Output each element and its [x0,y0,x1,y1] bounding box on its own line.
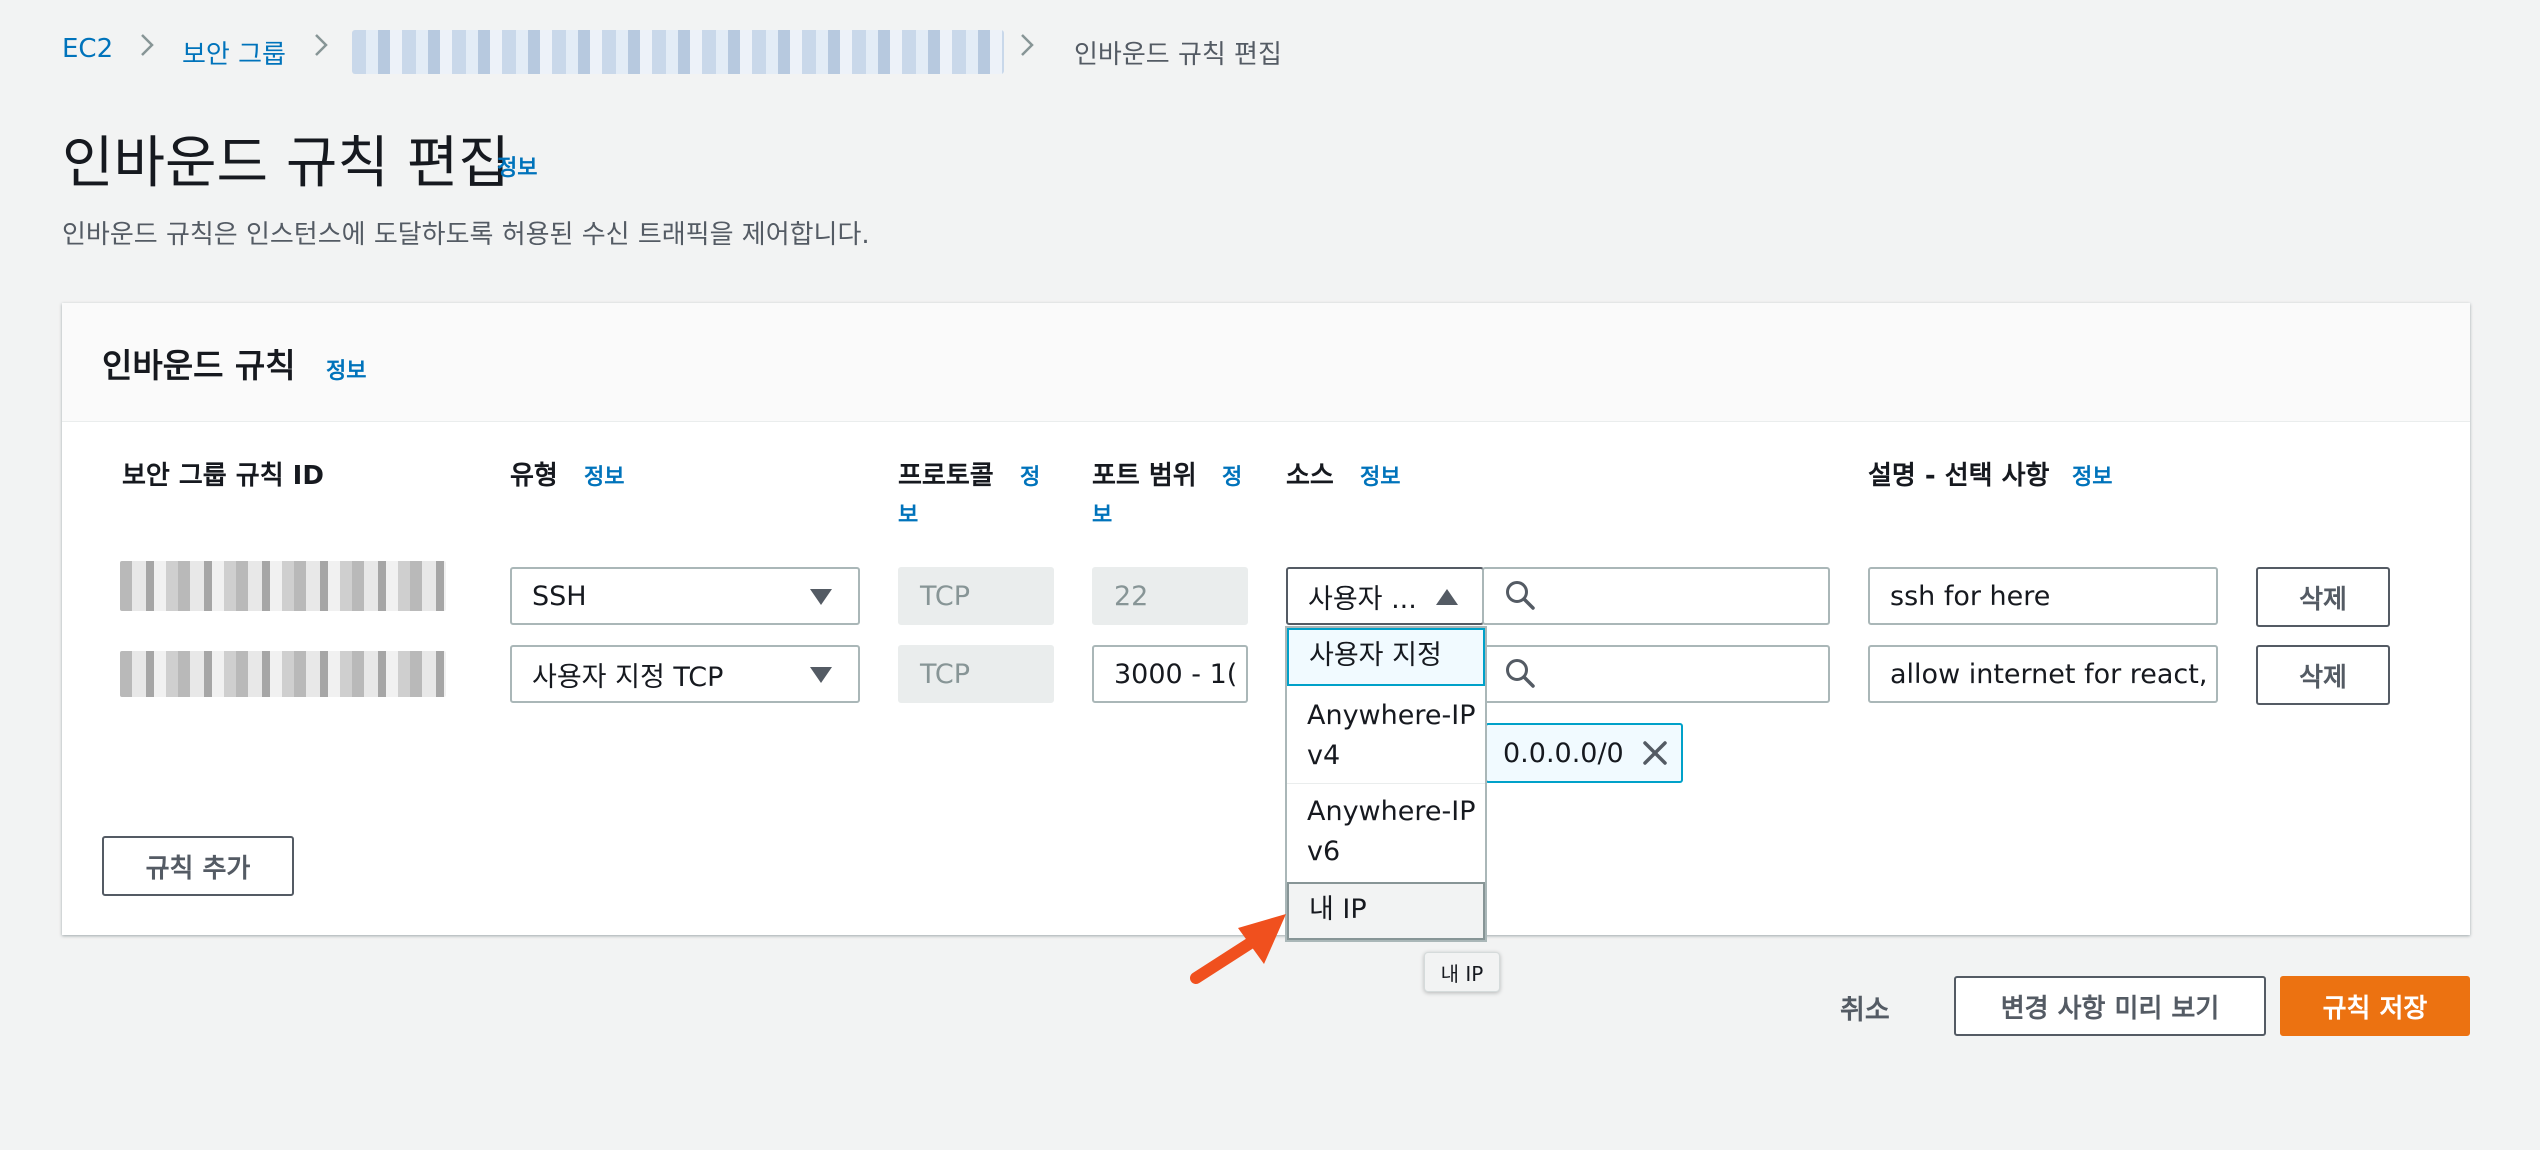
page-title: 인바운드 규칙 편집 [62,131,510,196]
description-input[interactable]: allow internet for react, [1868,645,2218,703]
arrow-annotation [1190,914,1286,984]
search-icon [1506,581,1535,610]
port-range-value: 22 [1114,580,1149,612]
protocol-value: TCP [920,658,971,690]
type-info-link[interactable]: 정보 [584,459,624,491]
column-port-range: 포트 범위 [1092,461,1197,491]
breadcrumb-ec2[interactable]: EC2 [62,34,113,64]
source-option-label: 내 IP [1309,894,1367,925]
delete-rule-button[interactable]: 삭제 [2256,645,2390,705]
type-select[interactable]: 사용자 지정 TCP [510,645,860,703]
close-icon[interactable] [1640,738,1670,768]
cancel-button[interactable]: 취소 [1840,988,1890,1027]
preview-changes-button[interactable]: 변경 사항 미리 보기 [1954,976,2266,1036]
port-range-field: 22 [1092,567,1248,625]
add-rule-button[interactable]: 규칙 추가 [102,836,294,896]
port-info-link-b[interactable]: 보 [1092,497,1112,529]
source-option-anywhere-ipv4[interactable]: Anywhere-IPv4 [1287,692,1485,784]
column-protocol: 프로토콜 [898,461,994,491]
breadcrumb-security-groups[interactable]: 보안 그룹 [182,34,286,71]
column-type: 유형 [510,461,558,491]
type-select-value: SSH [532,580,587,612]
type-select-value: 사용자 지정 TCP [532,661,724,693]
caret-up-icon [1436,589,1458,605]
source-info-link[interactable]: 정보 [1360,459,1400,491]
page-description: 인바운드 규칙은 인스턴스에 도달하도록 허용된 수신 트래픽을 제어합니다. [62,220,870,250]
column-rule-id: 보안 그룹 규칙 ID [122,461,324,491]
port-range-input[interactable]: 3000 - 1( [1092,645,1248,703]
source-option-label: Anywhere-IPv6 [1307,796,1476,867]
tooltip: 내 IP [1424,952,1500,992]
protocol-info-link-b[interactable]: 보 [898,497,918,529]
inbound-rules-panel: 인바운드 규칙 정보 보안 그룹 규칙 ID 유형 정보 프로토콜 정 보 포트… [62,303,2470,935]
description-value: ssh for here [1890,580,2051,612]
breadcrumb-current: 인바운드 규칙 편집 [1074,40,1282,70]
chevron-right-icon [1021,34,1034,56]
source-option-label: 사용자 지정 [1309,640,1442,671]
redacted-security-group-name[interactable] [352,30,1004,74]
description-info-link[interactable]: 정보 [2072,459,2112,491]
source-select[interactable]: 사용자 ... [1286,567,1484,625]
source-option-anywhere-ipv6[interactable]: Anywhere-IPv6 [1287,788,1485,880]
protocol-field: TCP [898,567,1054,625]
source-search-input[interactable] [1482,567,1830,625]
port-range-value: 3000 - 1( [1114,658,1238,690]
cidr-token-label: 0.0.0.0/0 [1503,737,1624,769]
chevron-right-icon [141,34,154,56]
cidr-token: 0.0.0.0/0 [1485,723,1683,783]
source-select-value: 사용자 ... [1308,583,1417,615]
column-source: 소스 [1286,461,1334,491]
search-icon [1506,659,1535,688]
description-value: allow internet for react, [1890,658,2208,690]
type-select[interactable]: SSH [510,567,860,625]
caret-down-icon [810,589,832,605]
delete-rule-button[interactable]: 삭제 [2256,567,2390,627]
page-info-link[interactable]: 정보 [497,150,537,182]
redacted-rule-id [120,561,446,611]
protocol-value: TCP [920,580,971,612]
description-input[interactable]: ssh for here [1868,567,2218,625]
column-description: 설명 - 선택 사항 [1868,461,2050,491]
panel-title: 인바운드 규칙 [102,346,296,385]
port-info-link-a[interactable]: 정 [1222,459,1242,491]
caret-down-icon [810,667,832,683]
chevron-right-icon [315,34,328,56]
source-option-label: Anywhere-IPv4 [1307,700,1476,771]
source-option-my-ip[interactable]: 내 IP [1287,882,1485,940]
source-dropdown-menu: 사용자 지정 Anywhere-IPv4 Anywhere-IPv6 내 IP [1285,626,1487,942]
panel-header: 인바운드 규칙 정보 [62,303,2470,422]
source-search-input[interactable] [1482,645,1830,703]
protocol-field: TCP [898,645,1054,703]
panel-info-link[interactable]: 정보 [326,353,366,385]
source-option-custom[interactable]: 사용자 지정 [1287,628,1485,686]
redacted-rule-id [120,651,446,697]
save-rules-button[interactable]: 규칙 저장 [2280,976,2470,1036]
protocol-info-link-a[interactable]: 정 [1020,459,1040,491]
